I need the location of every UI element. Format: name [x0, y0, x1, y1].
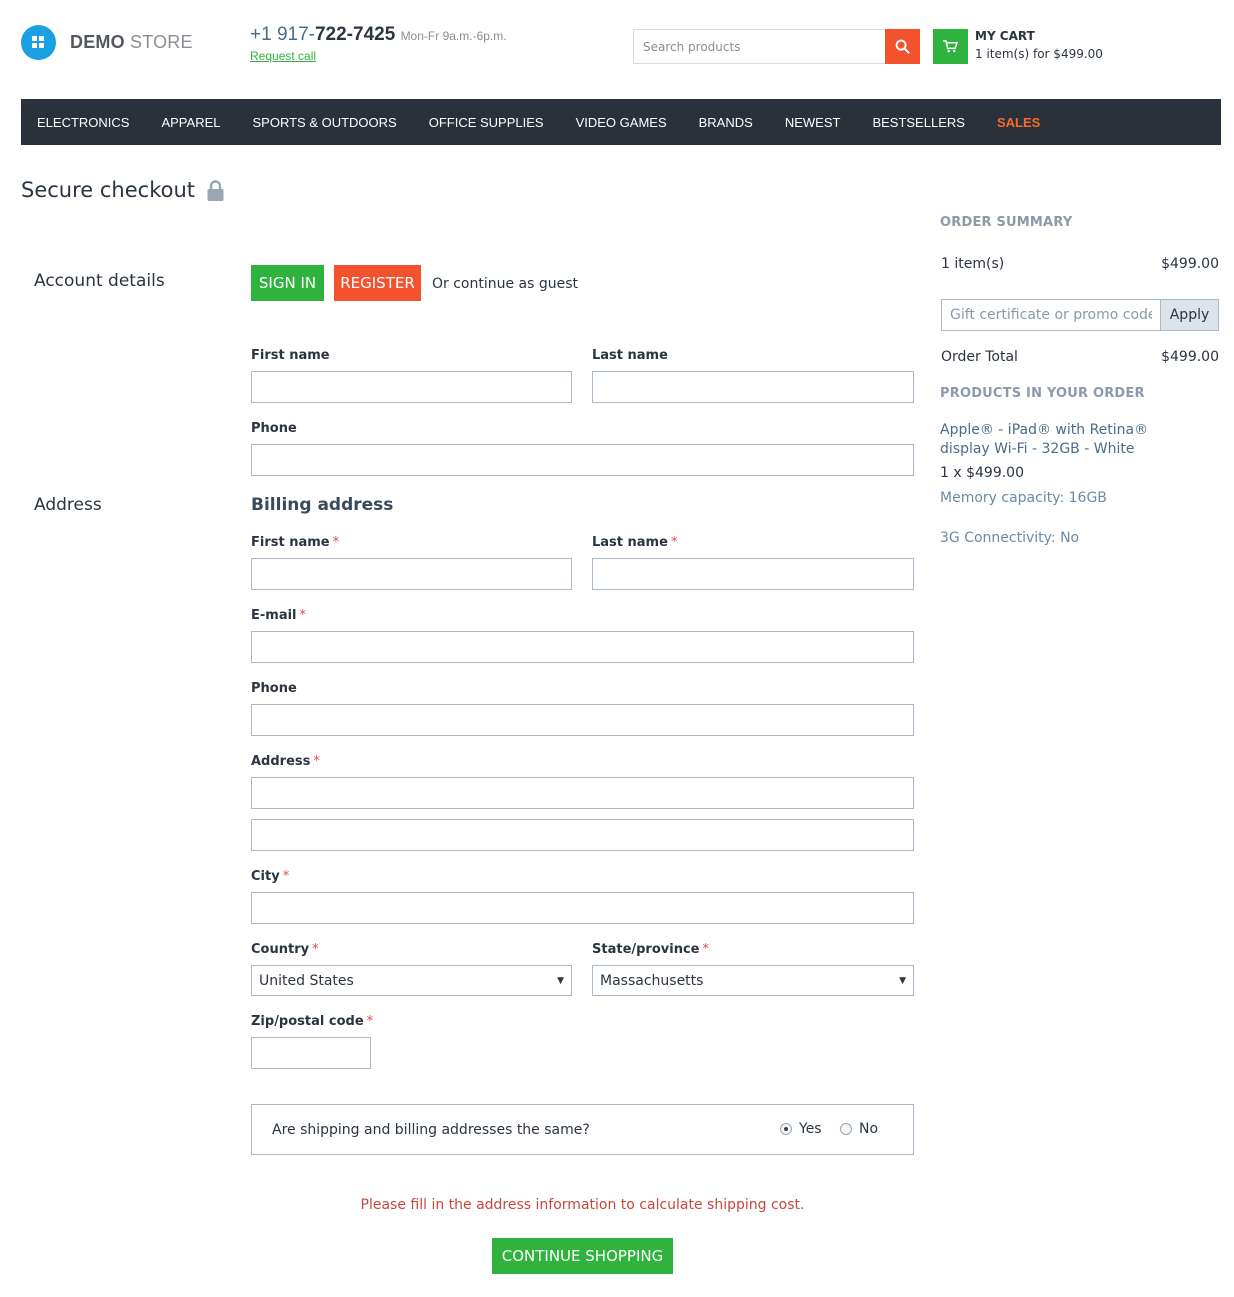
page-title-text: Secure checkout: [21, 178, 195, 202]
same-address-yes-option[interactable]: Yes: [780, 1121, 822, 1137]
order-total-value: $499.00: [1161, 349, 1219, 365]
same-address-question: Are shipping and billing addresses the s…: [272, 1121, 590, 1138]
address-label: Address: [34, 495, 102, 515]
apply-promo-button[interactable]: Apply: [1160, 299, 1219, 331]
search-button[interactable]: [885, 29, 920, 64]
items-count: 1 item(s): [941, 256, 1005, 272]
main-navigation: ELECTRONICS APPAREL SPORTS & OUTDOORS OF…: [21, 99, 1221, 145]
account-last-name-input[interactable]: [592, 371, 914, 403]
email-input[interactable]: [251, 631, 914, 663]
search-input[interactable]: [633, 29, 886, 64]
items-row: 1 item(s) $499.00: [941, 256, 1219, 272]
email-label: E-mail *: [251, 608, 307, 623]
cart-icon: [943, 40, 958, 53]
required-mark: *: [332, 535, 340, 550]
city-label: City *: [251, 869, 290, 884]
business-hours: Mon-Fr 9a.m.-6p.m.: [400, 29, 507, 43]
required-mark: *: [282, 869, 290, 884]
state-label: State/province *: [592, 942, 709, 957]
zip-input[interactable]: [251, 1037, 371, 1069]
yes-label: Yes: [799, 1121, 822, 1137]
state-select[interactable]: Massachusetts ▼: [592, 965, 914, 996]
products-heading: PRODUCTS IN YOUR ORDER: [940, 386, 1145, 401]
register-button[interactable]: REGISTER: [334, 265, 421, 301]
nav-item-electronics[interactable]: ELECTRONICS: [37, 115, 129, 130]
page-title: Secure checkout: [21, 178, 224, 202]
nav-item-apparel[interactable]: APPAREL: [161, 115, 220, 130]
billing-first-name-input[interactable]: [251, 558, 572, 590]
billing-last-name-label: Last name *: [592, 535, 678, 550]
search-bar: [633, 29, 920, 64]
nav-item-office-supplies[interactable]: OFFICE SUPPLIES: [429, 115, 544, 130]
required-mark: *: [702, 942, 710, 957]
street-address-label: Address *: [251, 754, 320, 769]
country-value: United States: [259, 972, 354, 989]
account-first-name-label: First name: [251, 348, 330, 363]
contact-phone: +1 917-722-7425 Mon-Fr 9a.m.-6p.m. Reque…: [250, 24, 507, 63]
account-phone-label: Phone: [251, 421, 297, 436]
required-mark: *: [670, 535, 678, 550]
required-mark: *: [299, 608, 307, 623]
phone-number: 722-7425: [314, 24, 396, 45]
lock-icon: [207, 179, 224, 201]
nav-item-brands[interactable]: BRANDS: [699, 115, 753, 130]
cart-title: MY CART: [975, 29, 1035, 43]
product-qty-price: 1 x $499.00: [940, 465, 1024, 481]
phone-prefix: +1 917-: [250, 24, 315, 45]
product-option-connectivity: 3G Connectivity: No: [940, 530, 1080, 546]
logo-grid-icon: [21, 25, 56, 60]
order-total-row: Order Total $499.00: [941, 349, 1219, 365]
continue-shopping-button[interactable]: CONTINUE SHOPPING: [492, 1238, 673, 1274]
mini-cart[interactable]: MY CART 1 item(s) for $499.00: [933, 29, 1103, 64]
dropdown-arrow-icon: ▼: [899, 975, 906, 986]
city-input[interactable]: [251, 892, 914, 924]
address-line1-input[interactable]: [251, 777, 914, 809]
request-call-link[interactable]: Request call: [250, 49, 507, 63]
store-logo[interactable]: DEMO STORE: [21, 25, 193, 60]
nav-item-bestsellers[interactable]: BESTSELLERS: [872, 115, 965, 130]
billing-last-name-input[interactable]: [592, 558, 914, 590]
order-total-label: Order Total: [941, 349, 1018, 365]
shipping-warning: Please fill in the address information t…: [360, 1197, 805, 1213]
dropdown-arrow-icon: ▼: [557, 975, 564, 986]
sign-in-button[interactable]: SIGN IN: [251, 265, 324, 301]
state-value: Massachusetts: [600, 972, 704, 989]
cart-summary: 1 item(s) for $499.00: [975, 47, 1103, 61]
account-details-label: Account details: [34, 271, 165, 291]
yes-radio[interactable]: [780, 1123, 792, 1135]
cart-button[interactable]: [933, 29, 968, 64]
billing-address-heading: Billing address: [251, 495, 394, 515]
billing-first-name-label: First name *: [251, 535, 340, 550]
account-first-name-input[interactable]: [251, 371, 572, 403]
zip-label: Zip/postal code *: [251, 1014, 374, 1029]
required-mark: *: [366, 1014, 374, 1029]
billing-phone-input[interactable]: [251, 704, 914, 736]
logo-text: DEMO STORE: [70, 32, 193, 52]
product-option-memory: Memory capacity: 16GB: [940, 490, 1107, 506]
nav-item-sales[interactable]: SALES: [997, 115, 1040, 130]
same-address-no-option[interactable]: No: [840, 1121, 878, 1137]
items-subtotal: $499.00: [1161, 256, 1219, 272]
promo-code-input[interactable]: [941, 299, 1160, 331]
guest-text: Or continue as guest: [432, 276, 579, 292]
no-radio[interactable]: [840, 1123, 852, 1135]
account-phone-input[interactable]: [251, 444, 914, 476]
search-icon: [895, 39, 910, 54]
order-summary-heading: ORDER SUMMARY: [940, 215, 1073, 230]
no-label: No: [859, 1121, 879, 1137]
account-last-name-label: Last name: [592, 348, 668, 363]
required-mark: *: [313, 754, 320, 769]
country-select[interactable]: United States ▼: [251, 965, 572, 996]
billing-phone-label: Phone: [251, 681, 297, 696]
address-line2-input[interactable]: [251, 819, 914, 851]
promo-form: Apply: [941, 299, 1219, 331]
nav-item-video-games[interactable]: VIDEO GAMES: [576, 115, 667, 130]
nav-item-newest[interactable]: NEWEST: [785, 115, 841, 130]
country-label: Country *: [251, 942, 319, 957]
nav-item-sports-outdoors[interactable]: SPORTS & OUTDOORS: [252, 115, 396, 130]
required-mark: *: [312, 942, 319, 957]
product-link[interactable]: Apple® - iPad® with Retina® display Wi-F…: [940, 421, 1170, 459]
